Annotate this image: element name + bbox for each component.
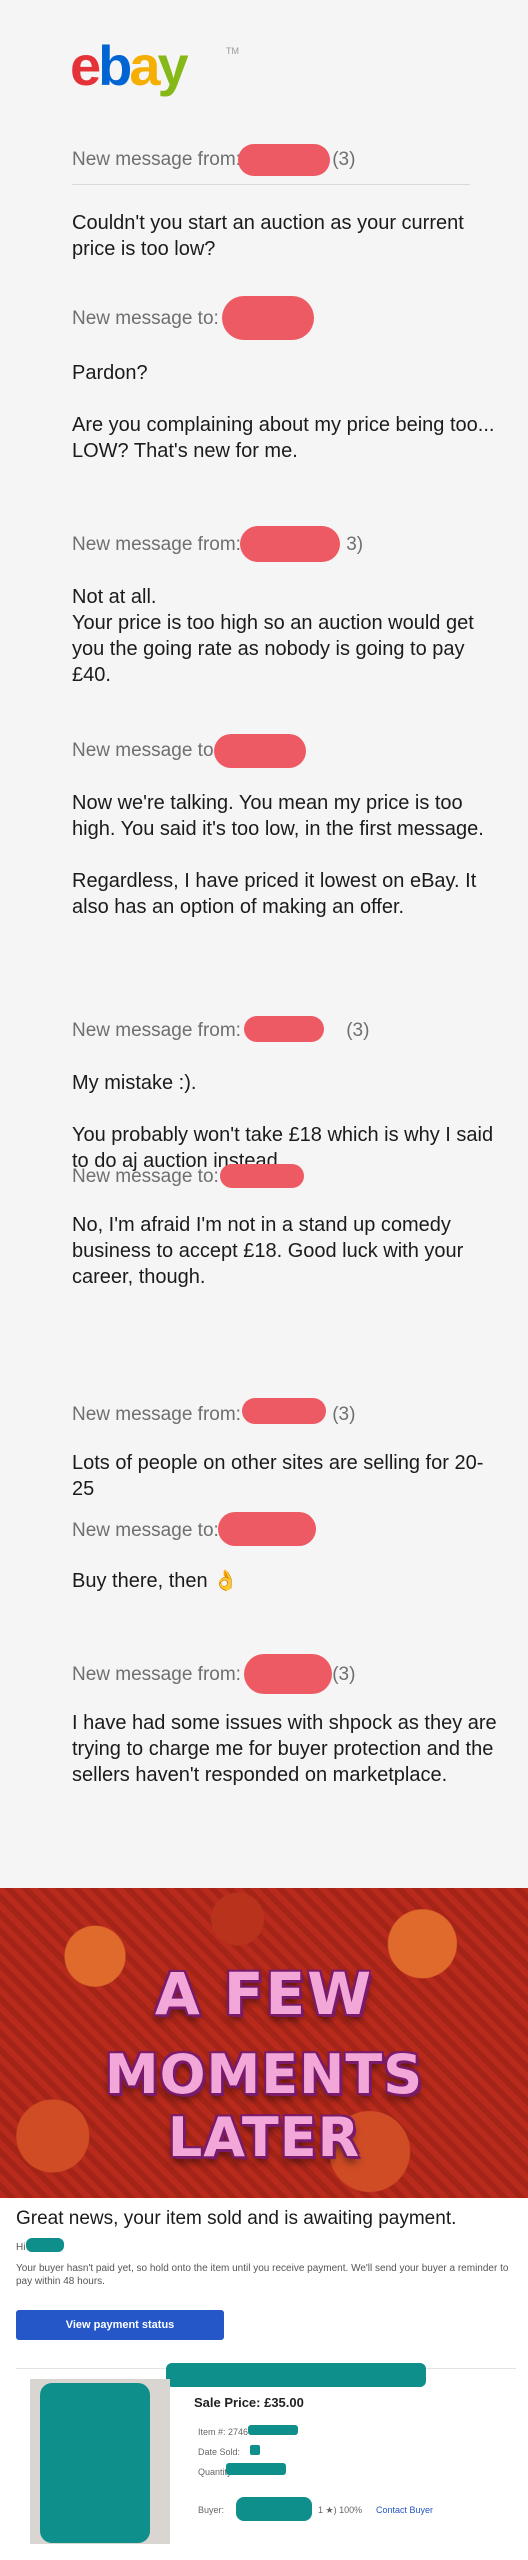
header-count: (3) [346,1020,370,1041]
header-count: (3) [332,1404,356,1425]
redacted-username [244,1016,324,1042]
message-body: No, I'm afraid I'm not in a stand up com… [72,1214,464,1288]
redacted-quantity [226,2463,286,2475]
message-header-to: New message to: [72,740,219,762]
sold-headline: Great news, your item sold and is awaiti… [16,2208,457,2229]
header-count: (3) [332,149,356,170]
header-label: New message to: [72,1520,219,1541]
redacted-username [218,1512,316,1546]
ebay-logo[interactable]: ebay TM [70,36,240,96]
message-header-to: New message to: [72,308,219,330]
greeting: Hi [16,2242,26,2253]
header-label: New message from: [72,534,241,555]
message-body: My mistake :). You probably won't take £… [72,1072,494,1172]
redacted-date [250,2445,260,2455]
redacted-username [242,1398,326,1424]
message-header-to: New message to: [72,1166,219,1188]
redacted-item-number [248,2425,298,2435]
redacted-username [214,734,306,768]
message-body: Lots of people on other sites are sellin… [72,1452,484,1500]
redacted-username [220,1164,304,1188]
logo-letter-b: b [98,34,132,97]
header-label: New message to: [72,740,219,761]
message-body: Pardon? Are you complaining about my pri… [72,362,495,462]
header-count: (3) [332,1664,356,1685]
header-label: New message from: [72,1020,241,1041]
message-header-from: New message from: (3) [72,1020,369,1042]
logo-letter-e: e [70,34,101,97]
meme-caption-line2: MOMENTS LATER [104,2043,424,2169]
payment-note: Your buyer hasn't paid yet, so hold onto… [16,2263,509,2287]
message-body: Now we're talking. You mean my price is … [72,792,484,918]
redacted-username [222,296,314,340]
date-sold: Date Sold: [198,2447,241,2457]
a-few-moments-later-meme: A FEW MOMENTS LATER [0,1888,528,2198]
item-number: Item #: 2746 [198,2427,249,2437]
header-count: 3) [346,534,364,555]
message-body: Buy there, then 👌 [72,1570,239,1592]
message-body: Couldn't you start an auction as your cu… [72,212,464,260]
item-card: Sale Price: £35.00 Item #: 2746 Date Sol… [16,2363,516,2549]
header-label: New message from: [72,1404,241,1425]
message-body: I have had some issues with shpock as th… [72,1712,497,1786]
logo-trademark: TM [226,46,239,56]
redacted-buyer [236,2497,312,2521]
header-label: New message from: [72,1664,241,1685]
divider [72,184,470,185]
logo-letter-a: a [129,34,160,97]
redacted-username [238,144,330,176]
redacted-name [26,2238,64,2252]
header-label: New message to: [72,1166,219,1187]
view-payment-status-button[interactable]: View payment status [16,2310,224,2340]
contact-buyer-link[interactable]: Contact Buyer [376,2505,433,2515]
meme-caption-line1: A FEW [154,1960,374,2028]
logo-letter-y: y [157,34,189,97]
sale-price: Sale Price: £35.00 [194,2395,304,2410]
message-header-to: New message to: [72,1520,219,1542]
header-label: New message to: [72,308,219,329]
redacted-item-image [40,2383,150,2543]
redacted-username [240,526,340,562]
message-body: Not at all. Your price is too high so an… [72,586,474,686]
header-label: New message from: [72,149,241,170]
buyer-feedback: 1 ★) 100% [318,2505,363,2515]
redacted-item-title [166,2363,426,2387]
sold-notification-email: Great news, your item sold and is awaiti… [0,2198,528,2560]
screenshot-page: ebay TM New message from: (3) Couldn't y… [0,0,528,2560]
redacted-username [244,1654,332,1694]
buyer-label: Buyer: [198,2505,225,2515]
